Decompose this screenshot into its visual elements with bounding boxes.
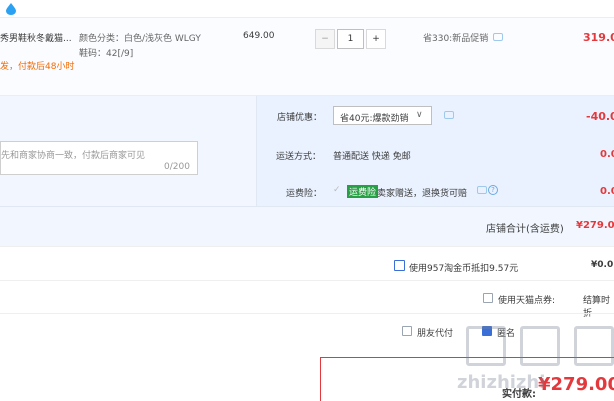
insurance-help-icon[interactable] xyxy=(477,186,487,194)
shipping-value: 普通配送 快递 免邮 xyxy=(333,152,411,162)
quantity-input[interactable]: 1 xyxy=(337,29,364,49)
watermark-logo-2 xyxy=(520,326,560,366)
question-icon[interactable]: ? xyxy=(488,185,498,195)
top-band xyxy=(0,0,614,18)
promo-text: 省330:新品促销 xyxy=(423,34,489,44)
options-divider-1 xyxy=(0,246,614,247)
watermark-logo-3 xyxy=(574,326,614,366)
message-counter: 0/200 xyxy=(164,162,190,172)
watermark-text: zhizhizhi xyxy=(457,372,546,393)
ship-note: 发，付款后48小时 xyxy=(0,62,75,72)
discount-label: 店铺优惠： xyxy=(277,113,323,123)
item-size-prop: 鞋码：42[/9] xyxy=(79,49,134,59)
item-color-prop: 颜色分类：白色/浅灰色 WLGY xyxy=(79,34,201,44)
payment-amount: ¥279.00 xyxy=(538,374,614,395)
shop-total-value: ¥279.0 xyxy=(576,220,614,231)
discount-select[interactable]: 省40元:爆款劲销 ∨ xyxy=(333,106,432,125)
discount-value: -40.0 xyxy=(586,110,614,123)
friend-pay-text: 朋友代付 xyxy=(417,329,454,339)
chevron-down-icon: ∨ xyxy=(416,110,423,120)
message-placeholder: 先和商家协商一致，付款后商家可见 xyxy=(1,151,146,161)
watermark-logo-1 xyxy=(466,326,506,366)
options-divider-2 xyxy=(0,280,614,281)
discount-chat-icon[interactable] xyxy=(444,111,454,119)
column-divider xyxy=(256,96,257,206)
unit-price: 649.00 xyxy=(243,31,275,41)
insurance-check-icon: ✓ xyxy=(333,185,341,195)
insurance-label: 运费险： xyxy=(286,189,323,199)
insurance-text: 卖家赠送，退换货可赔 xyxy=(377,189,468,199)
item-title[interactable]: 秀男鞋秋冬戴猫... xyxy=(0,31,72,44)
quantity-plus-button[interactable]: + xyxy=(366,29,386,49)
discount-select-value: 省40元:爆款劲销 xyxy=(340,114,409,124)
coins-text: 使用957淘金币抵扣9.57元 xyxy=(409,264,519,274)
quantity-minus-button[interactable]: − xyxy=(315,29,335,49)
tmall-points-value: 结算时折 xyxy=(583,296,611,319)
shipping-label: 运送方式： xyxy=(276,152,322,162)
shop-total-label: 店铺合计(含运费) xyxy=(486,224,564,235)
options-divider-3 xyxy=(0,313,614,314)
promo-chat-icon[interactable] xyxy=(493,33,503,41)
shipping-fee: 0.0 xyxy=(600,149,614,160)
insurance-fee: 0.0 xyxy=(600,186,614,197)
message-box[interactable]: 先和商家协商一致，付款后商家可见 0/200 xyxy=(0,141,198,175)
coins-value: ¥0.0 xyxy=(591,260,614,270)
tmall-points-checkbox[interactable] xyxy=(483,293,493,303)
item-subtotal: 319.0 xyxy=(583,31,614,44)
tmall-points-text: 使用天猫点券: xyxy=(498,296,556,306)
friend-pay-checkbox[interactable] xyxy=(402,326,412,336)
shop-divider xyxy=(0,206,614,207)
insurance-badge: 运费险 xyxy=(347,185,379,198)
water-drop-icon xyxy=(6,3,16,15)
coins-checkbox[interactable] xyxy=(394,260,405,271)
